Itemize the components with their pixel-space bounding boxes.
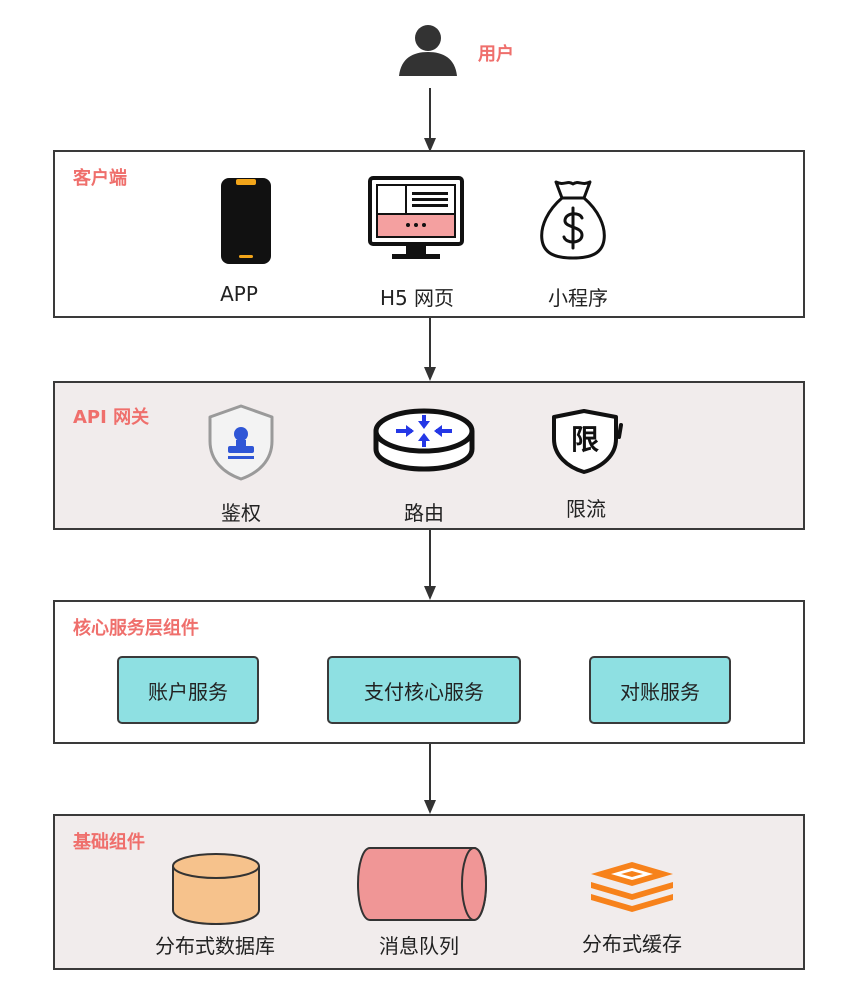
- account-service-box: 账户服务: [117, 656, 259, 724]
- payment-core-service-box: 支付核心服务: [327, 656, 521, 724]
- cache-stack-icon: [587, 860, 677, 920]
- client-layer: 客户端 APP H5 网页 小程序: [53, 150, 805, 318]
- gateway-item-label: 鉴权: [221, 501, 261, 525]
- core-layer-title: 核心服务层组件: [73, 618, 199, 639]
- base-layer-title: 基础组件: [73, 832, 145, 853]
- gateway-layer-title: API 网关: [73, 407, 150, 428]
- shield-limit-icon: 限: [547, 409, 625, 479]
- arrow-core-to-base: [424, 744, 436, 814]
- arrow-user-to-client: [424, 88, 436, 152]
- user-label: 用户: [478, 44, 514, 65]
- client-layer-title: 客户端: [73, 168, 127, 189]
- base-item-label: 消息队列: [379, 934, 459, 958]
- arrow-client-to-gateway: [424, 318, 436, 381]
- core-services-layer: 核心服务层组件 账户服务 支付核心服务 对账服务: [53, 600, 805, 744]
- shield-stamp-icon: [206, 403, 276, 485]
- money-bag-icon: [538, 178, 608, 266]
- client-item-label: 小程序: [548, 286, 608, 310]
- database-icon: [171, 852, 261, 930]
- router-icon: [372, 407, 476, 477]
- smartphone-icon: [221, 178, 271, 268]
- gateway-layer: API 网关 鉴权 路由 限 限流: [53, 381, 805, 530]
- shield-limit-glyph: 限: [570, 423, 599, 456]
- gateway-item-label: 路由: [404, 501, 444, 525]
- base-item-label: 分布式缓存: [582, 932, 682, 956]
- base-components-layer: 基础组件 分布式数据库 消息队列 分布式缓存: [53, 814, 805, 970]
- client-item-label: H5 网页: [379, 286, 455, 310]
- reconciliation-service-box: 对账服务: [589, 656, 731, 724]
- base-item-label: 分布式数据库: [155, 934, 275, 958]
- user-icon: [397, 24, 459, 78]
- arrow-gateway-to-core: [424, 530, 436, 600]
- monitor-icon: [368, 176, 464, 268]
- message-queue-icon: [356, 846, 488, 926]
- client-item-label: APP: [220, 282, 258, 306]
- gateway-item-label: 限流: [566, 497, 606, 521]
